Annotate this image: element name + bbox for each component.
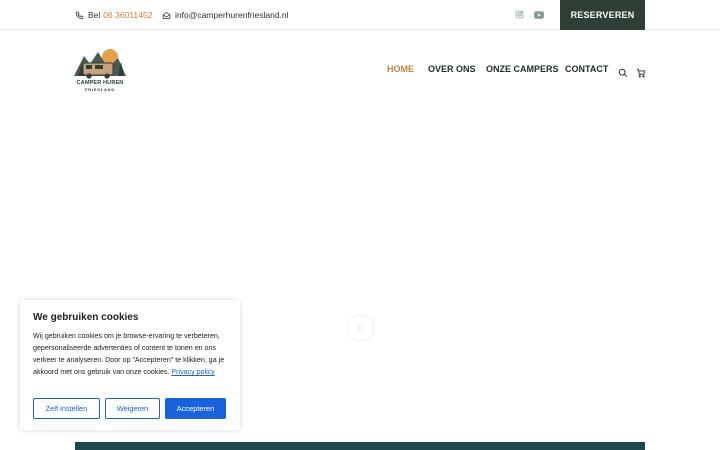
- nav-over-ons[interactable]: OVER ONS: [428, 64, 476, 76]
- customize-cookies-button[interactable]: Zelf instellen: [33, 398, 100, 419]
- cookie-consent-banner: We gebruiken cookies Wij gebruiken cooki…: [20, 300, 240, 430]
- phone-icon: [75, 11, 84, 19]
- email-address[interactable]: info@camperhurenfriesland.nl: [175, 10, 289, 20]
- logo-title: CAMPER HUREN: [76, 80, 124, 86]
- logo-subtitle: FRIESLAND: [84, 87, 116, 92]
- cart-icon: [636, 68, 646, 78]
- play-circle-icon: [347, 314, 375, 342]
- youtube-link[interactable]: [533, 9, 544, 20]
- cart-button[interactable]: [636, 65, 646, 78]
- mail-icon: [162, 11, 171, 19]
- youtube-icon: [533, 10, 544, 19]
- reserve-button[interactable]: RESERVEREN: [560, 0, 645, 30]
- nav-home[interactable]: HOME: [387, 64, 414, 76]
- instagram-icon: [515, 10, 524, 19]
- email-contact[interactable]: info@camperhurenfriesland.nl: [162, 0, 289, 30]
- cookie-title: We gebruiken cookies: [33, 312, 139, 323]
- accept-cookies-button[interactable]: Accepteren: [165, 398, 226, 419]
- phone-number[interactable]: 06 36011452: [103, 10, 152, 20]
- top-bar: Bel 06 36011452 info@camperhurenfrieslan…: [0, 0, 720, 30]
- search-icon: [618, 68, 628, 78]
- site-logo[interactable]: CAMPER HUREN FRIESLAND: [74, 46, 126, 94]
- cookie-description: Wij gebruiken cookies om je browse-ervar…: [33, 330, 228, 378]
- privacy-policy-link[interactable]: Privacy policy: [171, 368, 214, 376]
- camper-logo-icon: [74, 49, 126, 79]
- nav-onze-campers[interactable]: ONZE CAMPERS: [486, 64, 559, 76]
- phone-prefix: Bel: [88, 10, 101, 20]
- search-button[interactable]: [618, 65, 628, 78]
- video-play-icon[interactable]: [346, 313, 376, 343]
- reject-cookies-button[interactable]: Weigeren: [105, 398, 160, 419]
- teal-section-band: [75, 442, 645, 450]
- nav-contact[interactable]: CONTACT: [565, 64, 608, 76]
- instagram-link[interactable]: [514, 9, 525, 20]
- phone-contact[interactable]: Bel 06 36011452: [75, 0, 152, 30]
